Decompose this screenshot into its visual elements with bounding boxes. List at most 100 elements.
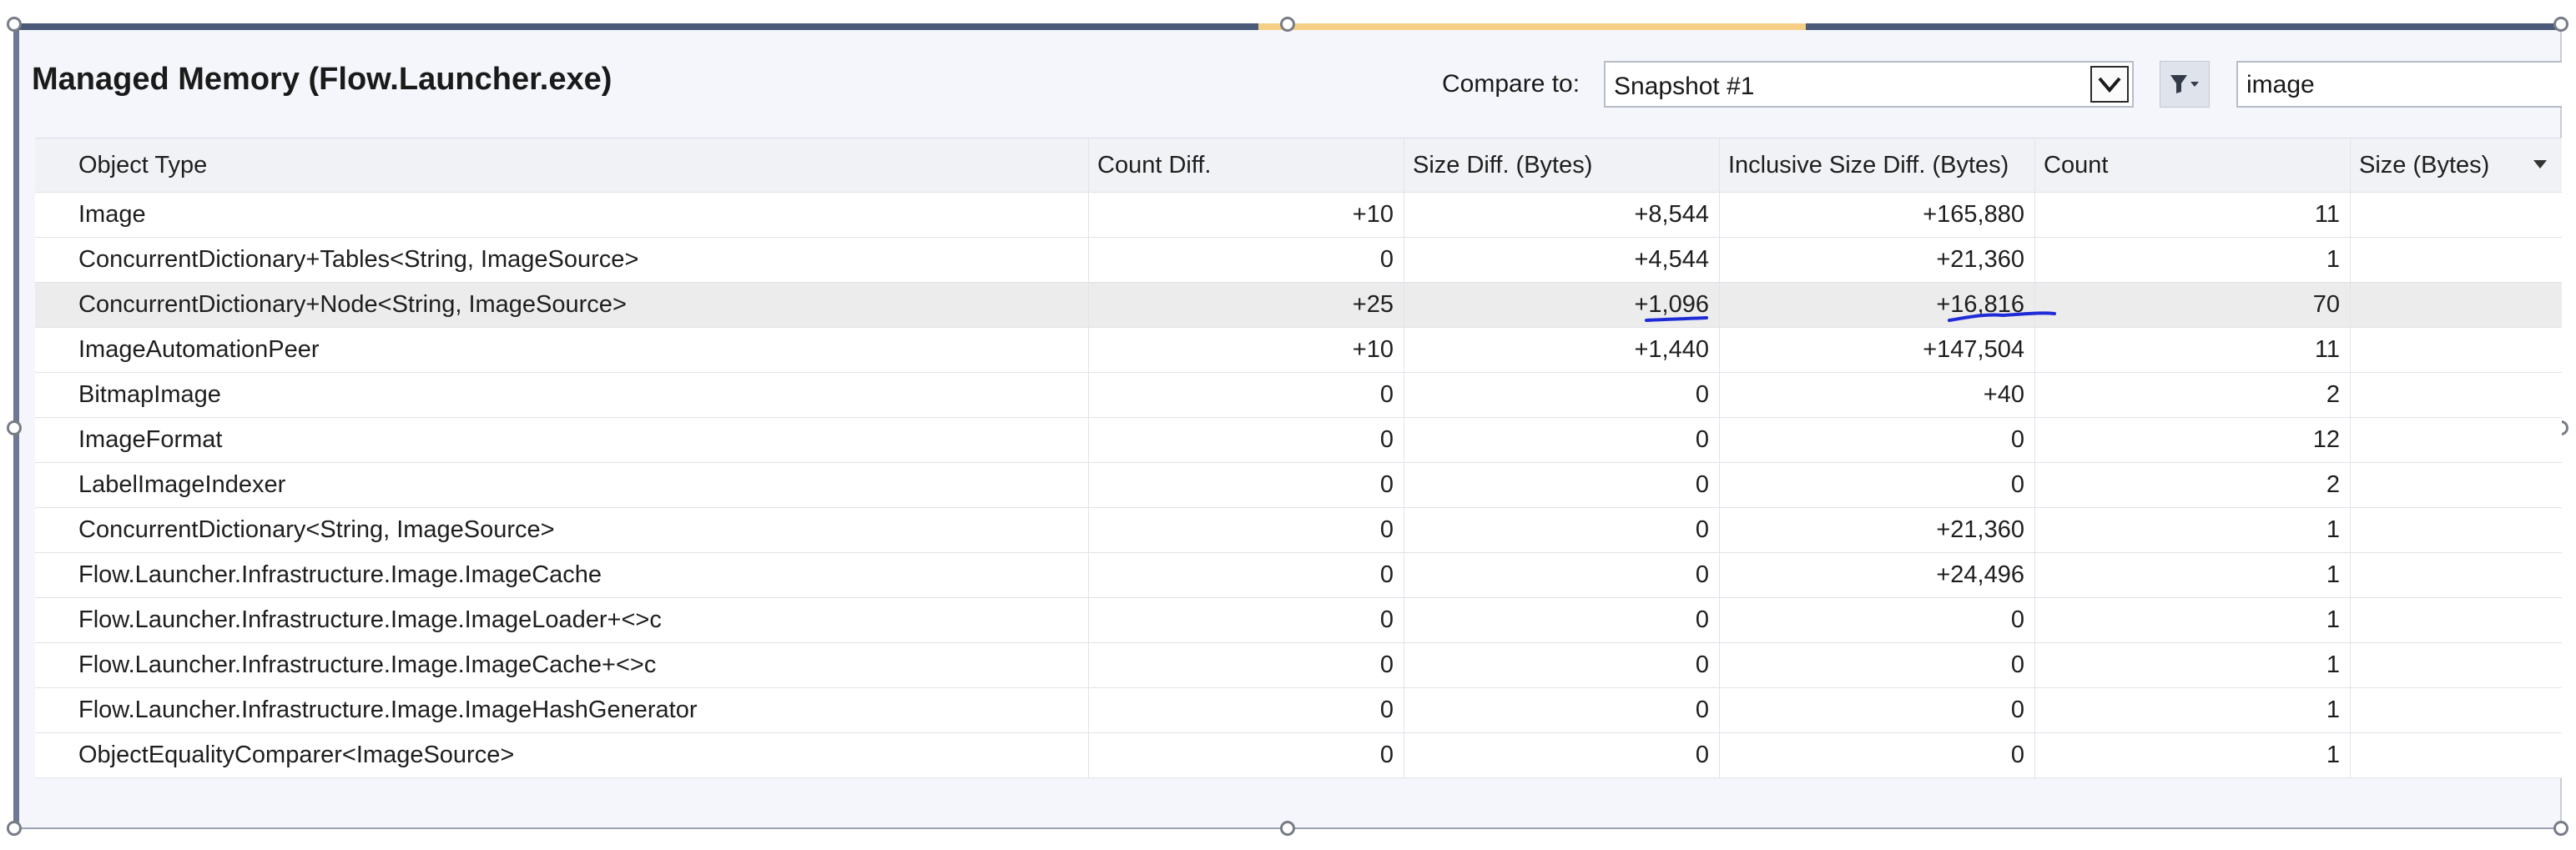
cell-size [2350, 733, 2562, 777]
cell-count-diff: +10 [1088, 193, 1404, 237]
column-header-count-diff[interactable]: Count Diff. [1088, 138, 1404, 192]
compare-snapshot-value: Snapshot #1 [1614, 73, 1755, 100]
cell-inclusive-size-diff: 0 [1719, 688, 2034, 732]
cell-inclusive-size-diff: 0 [1719, 418, 2034, 462]
cell-count-diff: 0 [1088, 688, 1404, 732]
cell-object-type: BitmapImage [78, 381, 221, 408]
column-header-count[interactable]: Count [2034, 138, 2350, 192]
cell-count: 1 [2034, 238, 2350, 282]
cell-object-type: ImageFormat [78, 426, 223, 453]
cell-size-diff: 0 [1404, 418, 1719, 462]
cell-inclusive-size-diff: 0 [1719, 733, 2034, 777]
cell-inclusive-size-diff: +24,496 [1719, 553, 2034, 597]
cell-size [2350, 283, 2562, 327]
cell-inclusive-size-diff: +21,360 [1719, 238, 2034, 282]
page-title: Managed Memory (Flow.Launcher.exe) [32, 62, 612, 97]
cell-inclusive-size-diff: 0 [1719, 463, 2034, 507]
cell-size-diff: 0 [1404, 553, 1719, 597]
cell-size-diff: 0 [1404, 463, 1719, 507]
cell-count: 1 [2034, 688, 2350, 732]
cell-size-diff: 0 [1404, 688, 1719, 732]
cell-size-diff: +4,544 [1404, 238, 1719, 282]
table-row[interactable]: ObjectEqualityComparer<ImageSource> 0 0 0 1 [35, 733, 2562, 778]
cell-object-type: Flow.Launcher.Infrastructure.Image.Image… [78, 697, 698, 723]
table-row[interactable]: LabelImageIndexer 0 0 0 2 [35, 463, 2562, 508]
cell-size [2350, 508, 2562, 552]
compare-to-label: Compare to: [1442, 70, 1580, 98]
search-input[interactable] [2245, 68, 2557, 103]
column-header-size[interactable]: Size (Bytes) [2350, 138, 2562, 192]
cell-inclusive-size-diff: +40 [1719, 373, 2034, 417]
column-header-size-label: Size (Bytes) [2359, 151, 2490, 179]
cell-count: 11 [2034, 193, 2350, 237]
resize-handle-bottom-right[interactable] [2553, 821, 2568, 836]
cell-object-type: Flow.Launcher.Infrastructure.Image.Image… [78, 606, 662, 633]
table-row[interactable]: Flow.Launcher.Infrastructure.Image.Image… [35, 553, 2562, 598]
cell-object-type: Image [78, 201, 146, 228]
cell-count-diff: 0 [1088, 643, 1404, 687]
search-field[interactable] [2236, 61, 2562, 108]
cell-size-diff: 0 [1404, 508, 1719, 552]
cell-count-diff: 0 [1088, 598, 1404, 642]
cell-inclusive-size-diff: +147,504 [1719, 328, 2034, 372]
cell-object-type: ImageAutomationPeer [78, 336, 320, 363]
cell-size [2350, 238, 2562, 282]
cell-size-diff: +1,096 [1404, 283, 1719, 327]
cell-count: 1 [2034, 643, 2350, 687]
cell-object-type: Flow.Launcher.Infrastructure.Image.Image… [78, 561, 602, 588]
cell-count-diff: 0 [1088, 238, 1404, 282]
resize-handle-top-center[interactable] [1280, 17, 1295, 32]
cell-inclusive-size-diff: 0 [1719, 598, 2034, 642]
resize-handle-top-left[interactable] [7, 17, 22, 32]
cell-size-diff: +1,440 [1404, 328, 1719, 372]
cell-count-diff: +10 [1088, 328, 1404, 372]
cell-size [2350, 328, 2562, 372]
cell-size [2350, 418, 2562, 462]
compare-snapshot-select[interactable]: Snapshot #1 [1604, 61, 2134, 108]
resize-handle-top-right[interactable] [2553, 17, 2568, 32]
cell-count: 1 [2034, 598, 2350, 642]
resize-handle-middle-left[interactable] [7, 420, 22, 435]
cell-object-type: ConcurrentDictionary+Node<String, ImageS… [78, 291, 627, 318]
resize-handle-bottom-center[interactable] [1280, 821, 1295, 836]
table-row[interactable]: Flow.Launcher.Infrastructure.Image.Image… [35, 598, 2562, 643]
table-row[interactable]: ImageFormat 0 0 0 12 [35, 418, 2562, 463]
cell-inclusive-size-diff: +21,360 [1719, 508, 2034, 552]
table-row[interactable]: ConcurrentDictionary<String, ImageSource… [35, 508, 2562, 553]
cell-object-type: Flow.Launcher.Infrastructure.Image.Image… [78, 651, 657, 678]
column-header-size-diff[interactable]: Size Diff. (Bytes) [1404, 138, 1719, 192]
table-row[interactable]: ConcurrentDictionary+Node<String, ImageS… [35, 283, 2562, 328]
cell-object-type: ConcurrentDictionary<String, ImageSource… [78, 516, 555, 543]
cell-inclusive-size-diff: +165,880 [1719, 193, 2034, 237]
cell-count-diff: 0 [1088, 373, 1404, 417]
table-row[interactable]: Flow.Launcher.Infrastructure.Image.Image… [35, 688, 2562, 733]
cell-size [2350, 373, 2562, 417]
cell-size-diff: 0 [1404, 373, 1719, 417]
filter-button[interactable] [2160, 61, 2210, 108]
compare-dropdown-button[interactable] [2090, 66, 2129, 103]
cell-count: 1 [2034, 553, 2350, 597]
cell-size [2350, 688, 2562, 732]
cell-size [2350, 553, 2562, 597]
table-row[interactable]: Image +10 +8,544 +165,880 11 [35, 193, 2562, 238]
table-row[interactable]: Flow.Launcher.Infrastructure.Image.Image… [35, 643, 2562, 688]
cell-object-type: ObjectEqualityComparer<ImageSource> [78, 742, 515, 768]
cell-count-diff: 0 [1088, 733, 1404, 777]
cell-inclusive-size-diff: 0 [1719, 643, 2034, 687]
table-row[interactable]: ImageAutomationPeer +10 +1,440 +147,504 11 [35, 328, 2562, 373]
cell-count: 2 [2034, 373, 2350, 417]
chevron-down-icon [2098, 77, 2121, 93]
column-header-inclusive-size-diff[interactable]: Inclusive Size Diff. (Bytes) [1719, 138, 2034, 192]
cell-size [2350, 193, 2562, 237]
column-header-object-type[interactable]: Object Type [35, 138, 1088, 192]
cell-size-diff: +8,544 [1404, 193, 1719, 237]
cell-count: 2 [2034, 463, 2350, 507]
cell-count: 12 [2034, 418, 2350, 462]
cell-size-diff: 0 [1404, 733, 1719, 777]
resize-handle-bottom-left[interactable] [7, 821, 22, 836]
table-row[interactable]: BitmapImage 0 0 +40 2 [35, 373, 2562, 418]
sort-descending-icon [2533, 160, 2547, 168]
table-row[interactable]: ConcurrentDictionary+Tables<String, Imag… [35, 238, 2562, 283]
object-type-grid: Object Type Count Diff. Size Diff. (Byte… [35, 138, 2562, 778]
cell-count: 70 [2034, 283, 2350, 327]
